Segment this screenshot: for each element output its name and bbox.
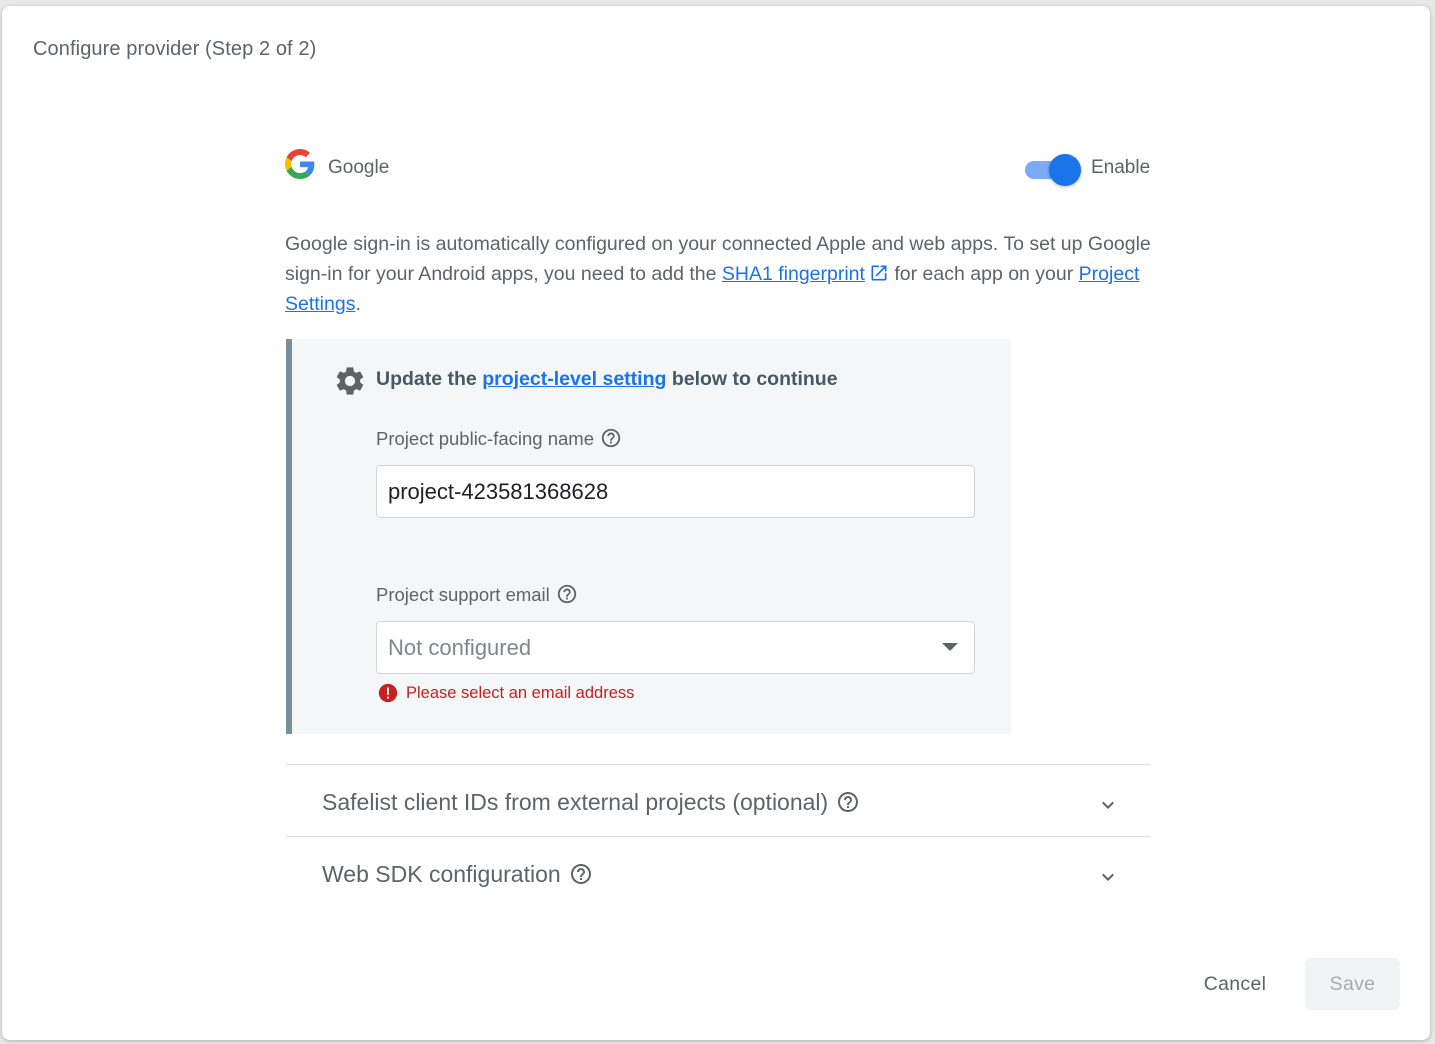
chevron-down-icon[interactable] xyxy=(1096,865,1120,889)
support-email-select[interactable]: Not configured xyxy=(376,621,975,674)
sha1-fingerprint-link[interactable]: SHA1 fingerprint xyxy=(722,263,865,285)
expander-title: Web SDK configuration xyxy=(322,861,593,888)
help-icon[interactable] xyxy=(569,862,593,886)
google-logo-icon xyxy=(285,149,315,179)
save-button[interactable]: Save xyxy=(1305,958,1400,1010)
project-level-setting-link[interactable]: project-level setting xyxy=(482,368,666,390)
dropdown-arrow-icon xyxy=(942,643,958,651)
project-settings-callout: Update the project-level setting below t… xyxy=(286,339,1011,734)
description-text-3: . xyxy=(355,293,361,315)
cancel-button[interactable]: Cancel xyxy=(1180,958,1290,1010)
public-name-label: Project public-facing name xyxy=(376,427,622,450)
error-message: Please select an email address xyxy=(406,684,635,702)
chevron-down-icon[interactable] xyxy=(1096,793,1120,817)
toggle-thumb xyxy=(1049,154,1081,186)
callout-heading-suffix: below to continue xyxy=(666,368,838,390)
enable-label: Enable xyxy=(1091,157,1151,178)
configure-provider-dialog: Configure provider (Step 2 of 2) Google … xyxy=(2,6,1430,1040)
support-email-value: Not configured xyxy=(388,635,532,660)
provider-row: Google Enable xyxy=(285,146,1151,190)
public-name-label-text: Project public-facing name xyxy=(376,428,594,449)
callout-heading-prefix: Update the xyxy=(376,368,483,390)
help-icon[interactable] xyxy=(836,790,860,814)
provider-description: Google sign-in is automatically configur… xyxy=(285,229,1155,319)
callout-heading: Update the project-level setting below t… xyxy=(376,368,838,391)
external-link-icon[interactable] xyxy=(869,263,889,283)
public-name-input[interactable] xyxy=(376,465,975,518)
expander-title: Safelist client IDs from external projec… xyxy=(322,789,860,816)
provider-name: Google xyxy=(328,157,390,178)
gear-icon xyxy=(336,367,364,395)
error-icon xyxy=(378,683,398,703)
enable-toggle[interactable] xyxy=(1025,154,1081,186)
help-icon[interactable] xyxy=(556,583,578,605)
help-icon[interactable] xyxy=(600,427,622,449)
dialog-title: Configure provider (Step 2 of 2) xyxy=(33,38,317,60)
safelist-client-ids-expander[interactable]: Safelist client IDs from external projec… xyxy=(286,764,1150,836)
description-text-2: for each app on your xyxy=(888,263,1079,285)
expander-title-text: Web SDK configuration xyxy=(322,861,561,887)
web-sdk-configuration-expander[interactable]: Web SDK configuration xyxy=(286,836,1150,908)
expander-title-text: Safelist client IDs from external projec… xyxy=(322,789,829,815)
support-email-label-text: Project support email xyxy=(376,584,550,605)
support-email-label: Project support email xyxy=(376,583,578,606)
